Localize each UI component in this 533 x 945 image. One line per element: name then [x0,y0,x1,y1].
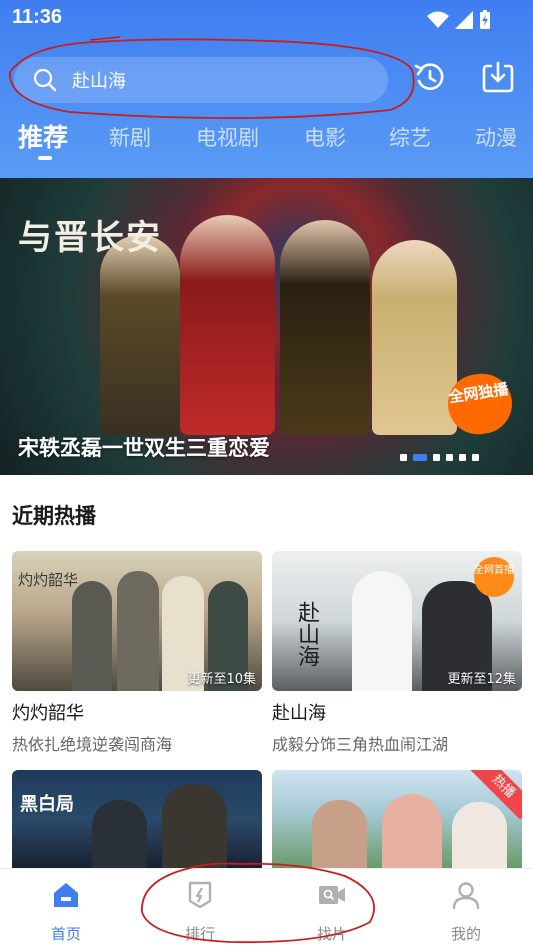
thumbnail-title-art: 黑白局 [20,794,74,815]
tab-anime[interactable]: 动漫 [475,118,517,158]
carousel-dot[interactable] [433,454,440,461]
thumbnail-figure [92,800,147,868]
update-badge: 更新至10集 [187,672,256,687]
nav-label: 我的 [450,925,481,943]
download-button[interactable] [481,60,515,94]
history-button[interactable] [413,60,447,94]
nav-label: 排行 [184,925,215,943]
carousel-dot[interactable] [446,454,453,461]
drama-thumbnail[interactable]: 热播 [272,770,522,868]
hero-banner[interactable]: 与晋长安 全网独播 宋轶丞磊一世双生三重恋爱 [0,178,533,475]
drama-card[interactable]: 灼灼韶华 更新至10集 灼灼韶华 热依扎绝境逆袭闯商海 [12,551,262,755]
tab-indicator [38,156,52,160]
premiere-badge: 全网首播 [474,557,514,597]
section-title: 近期热播 [12,504,96,528]
home-icon [54,883,78,907]
header: 11:36 赴山海 推荐 新剧 电视剧 电影 综艺 动漫 [0,0,533,178]
carousel-dot[interactable] [400,454,407,461]
wifi-icon [427,11,449,28]
status-bar: 11:36 [12,6,521,32]
carousel-dots [400,454,479,461]
thumbnail-figure [382,794,442,868]
tab-movies[interactable]: 电影 [304,118,346,158]
search-icon [33,68,57,92]
nav-label: 首页 [50,925,81,943]
download-icon [482,61,514,93]
bottom-nav: 首页 排行 找片 我的 [0,868,533,945]
drama-thumbnail[interactable]: 赴山海 全网首播 更新至12集 [272,551,522,691]
thumbnail-figure [352,571,412,691]
header-actions [413,60,515,94]
drama-thumbnail[interactable]: 灼灼韶华 更新至10集 [12,551,262,691]
category-tabs: 推荐 新剧 电视剧 电影 综艺 动漫 [0,118,533,166]
banner-figure [280,220,370,435]
thumbnail-figure [162,784,227,868]
banner-figure [100,235,180,435]
update-badge: 更新至12集 [447,672,516,687]
carousel-dot[interactable] [413,454,427,461]
nav-label: 找片 [316,925,347,943]
thumbnail-title-art: 灼灼韶华 [18,571,79,589]
profile-icon [452,882,480,910]
drama-title[interactable]: 赴山海 [272,699,522,725]
banner-figure [180,215,275,435]
drama-thumbnail[interactable]: 黑白局 [12,770,262,868]
tab-tv-series[interactable]: 电视剧 [196,118,259,158]
tab-recommend[interactable]: 推荐 [18,118,68,158]
tab-variety[interactable]: 综艺 [389,118,431,158]
banner-figure [372,240,457,435]
video-search-icon [319,886,345,904]
thumbnail-title-art: 赴山海 [294,601,319,667]
drama-title[interactable]: 灼灼韶华 [12,699,262,725]
history-icon [414,63,444,90]
ranking-icon [188,881,212,909]
search-box[interactable]: 赴山海 [14,57,388,103]
status-time: 11:36 [12,6,63,28]
search-query: 赴山海 [72,71,126,92]
drama-card[interactable]: 赴山海 全网首播 更新至12集 赴山海 成毅分饰三角热血闹江湖 [272,551,522,755]
nav-profile[interactable]: 我的 [426,879,506,944]
banner-title-art: 与晋长安 [18,218,162,258]
system-icons [427,10,491,30]
drama-subtitle: 热依扎绝境逆袭闯商海 [12,735,173,754]
carousel-dot[interactable] [472,454,479,461]
signal-icon [455,11,473,29]
drama-subtitle: 成毅分饰三角热血闹江湖 [272,735,449,754]
tab-new-drama[interactable]: 新剧 [109,118,151,158]
thumbnail-figure [72,581,112,691]
thumbnail-figure [312,800,367,868]
banner-caption: 宋轶丞磊一世双生三重恋爱 [18,436,270,460]
thumbnail-figure [452,802,507,868]
nav-home[interactable]: 首页 [26,879,106,944]
battery-icon [480,10,490,29]
thumbnail-figure [117,571,159,691]
nav-ranking[interactable]: 排行 [160,879,240,944]
nav-discover[interactable]: 找片 [292,879,372,944]
carousel-dot[interactable] [459,454,466,461]
